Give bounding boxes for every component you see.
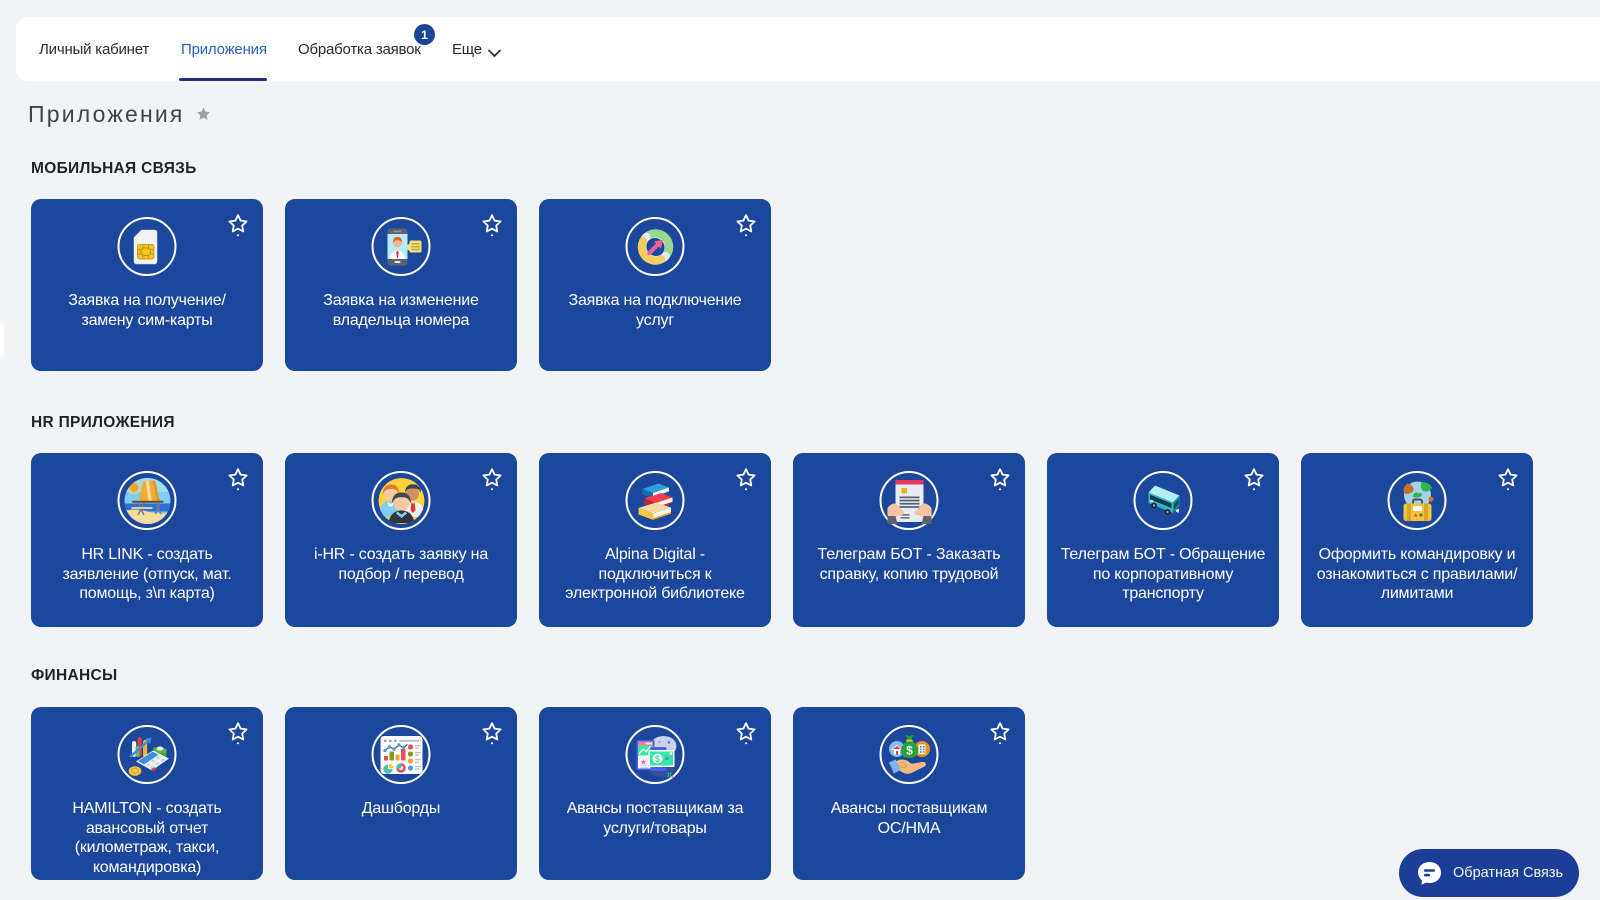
svg-text:$: $ [654, 754, 659, 764]
svg-text:$: $ [906, 743, 913, 757]
